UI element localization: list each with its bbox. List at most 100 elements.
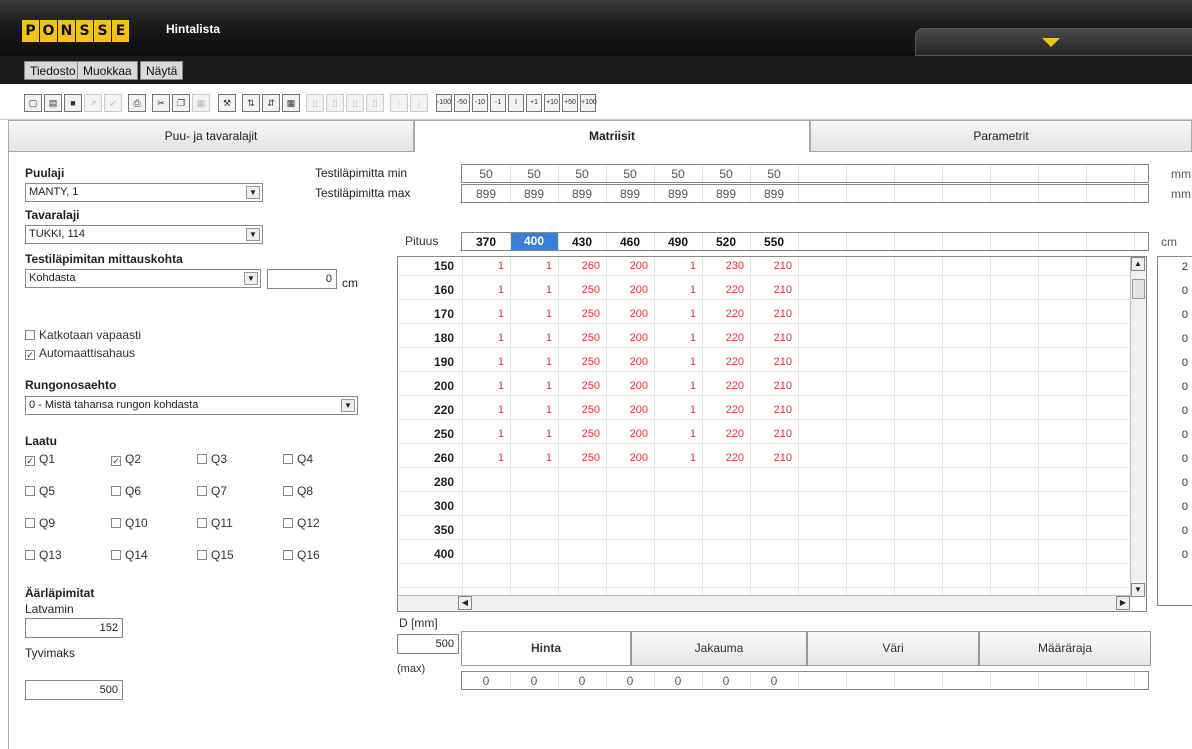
import-icon[interactable]: ↙ bbox=[104, 94, 122, 112]
quality-checkbox-q5[interactable]: Q5 bbox=[25, 484, 55, 498]
step-minus-1-button[interactable]: -1 bbox=[490, 94, 506, 112]
price-cell[interactable]: 1 bbox=[510, 380, 558, 392]
quality-checkbox-q9[interactable]: Q9 bbox=[25, 516, 55, 530]
length-cell[interactable]: 430 bbox=[558, 235, 606, 249]
price-cell[interactable]: 250 bbox=[558, 308, 606, 320]
mittauskohta-offset-input[interactable]: 0 bbox=[267, 269, 337, 289]
price-cell[interactable]: 1 bbox=[462, 356, 510, 368]
quality-checkbox-q4[interactable]: Q4 bbox=[283, 452, 313, 466]
max-value-cell[interactable]: 0 bbox=[702, 674, 750, 688]
quality-checkbox-q2[interactable]: ✓ Q2 bbox=[111, 452, 141, 466]
right-value-cell[interactable]: 0 bbox=[1182, 549, 1188, 561]
price-cell[interactable]: 200 bbox=[606, 308, 654, 320]
quality-checkbox-q15[interactable]: Q15 bbox=[197, 548, 234, 562]
price-cell[interactable]: 1 bbox=[462, 428, 510, 440]
quality-checkbox-q14[interactable]: Q14 bbox=[111, 548, 148, 562]
price-cell[interactable]: 250 bbox=[558, 428, 606, 440]
test-min-cell[interactable]: 50 bbox=[462, 167, 510, 181]
rungonosa-select[interactable]: 0 - Mistä tahansa rungon kohdasta ▼ bbox=[25, 396, 358, 415]
price-cell[interactable]: 1 bbox=[462, 332, 510, 344]
paste-icon[interactable]: ▦ bbox=[192, 94, 210, 112]
price-cell[interactable]: 250 bbox=[558, 284, 606, 296]
dropdown-arrow-icon[interactable] bbox=[1042, 38, 1060, 47]
price-cell[interactable]: 210 bbox=[750, 284, 798, 296]
price-cell[interactable]: 200 bbox=[606, 284, 654, 296]
price-cell[interactable]: 200 bbox=[606, 380, 654, 392]
test-min-cell[interactable]: 50 bbox=[654, 167, 702, 181]
menu-muokkaa[interactable]: Muokkaa bbox=[77, 61, 138, 80]
price-cell[interactable]: 1 bbox=[654, 260, 702, 272]
price-cell[interactable]: 1 bbox=[510, 308, 558, 320]
price-cell[interactable]: 210 bbox=[750, 308, 798, 320]
sort-desc-icon[interactable]: ⇵ bbox=[262, 94, 280, 112]
length-cell[interactable]: 400 bbox=[510, 233, 558, 250]
right-value-cell[interactable]: 2 bbox=[1182, 261, 1188, 273]
right-value-cell[interactable]: 0 bbox=[1182, 285, 1188, 297]
quality-checkbox-q11[interactable]: Q11 bbox=[197, 516, 233, 530]
price-cell[interactable]: 210 bbox=[750, 380, 798, 392]
quality-checkbox-q16[interactable]: Q16 bbox=[283, 548, 320, 562]
price-cell[interactable]: 1 bbox=[510, 332, 558, 344]
tab-jakauma[interactable]: Jakauma bbox=[631, 631, 807, 666]
price-cell[interactable]: 220 bbox=[702, 428, 750, 440]
price-cell[interactable]: 200 bbox=[606, 260, 654, 272]
price-cell[interactable]: 1 bbox=[510, 404, 558, 416]
right-value-cell[interactable]: 0 bbox=[1182, 405, 1188, 417]
test-min-row[interactable]: 50 50 50 50 50 50 50 bbox=[461, 164, 1149, 183]
scroll-up-icon[interactable]: ▲ bbox=[1131, 257, 1145, 271]
test-max-cell[interactable]: 899 bbox=[510, 187, 558, 201]
price-cell[interactable]: 1 bbox=[654, 428, 702, 440]
price-cell[interactable]: 210 bbox=[750, 404, 798, 416]
right-value-cell[interactable]: 0 bbox=[1182, 525, 1188, 537]
price-cell[interactable]: 1 bbox=[510, 284, 558, 296]
max-values-row[interactable]: 0000000 bbox=[461, 671, 1149, 690]
cut-icon[interactable]: ✂ bbox=[152, 94, 170, 112]
right-value-cell[interactable]: 0 bbox=[1182, 381, 1188, 393]
open-folder-icon[interactable]: ▤ bbox=[44, 94, 62, 112]
quality-checkbox-q7[interactable]: Q7 bbox=[197, 484, 227, 498]
price-cell[interactable]: 1 bbox=[462, 452, 510, 464]
export-icon[interactable]: ↗ bbox=[84, 94, 102, 112]
price-cell[interactable]: 1 bbox=[654, 404, 702, 416]
max-value-cell[interactable]: 0 bbox=[654, 674, 702, 688]
scroll-thumb[interactable] bbox=[1132, 279, 1145, 299]
column-icon[interactable]: ▯ bbox=[346, 94, 364, 112]
right-value-cell[interactable]: 0 bbox=[1182, 501, 1188, 513]
menu-nayta[interactable]: Näytä bbox=[140, 61, 184, 80]
quality-checkbox-q10[interactable]: Q10 bbox=[111, 516, 148, 530]
price-cell[interactable]: 1 bbox=[510, 452, 558, 464]
step-plus-1-button[interactable]: +1 bbox=[526, 94, 542, 112]
price-cell[interactable]: 230 bbox=[702, 260, 750, 272]
price-cell[interactable]: 220 bbox=[702, 356, 750, 368]
price-cell[interactable]: 210 bbox=[750, 332, 798, 344]
save-icon[interactable]: ■ bbox=[64, 94, 82, 112]
automaattisahaus-checkbox[interactable]: ✓ Automaattisahaus bbox=[25, 346, 135, 360]
tab-vari[interactable]: Väri bbox=[807, 631, 979, 666]
row-icon[interactable]: ▯ bbox=[366, 94, 384, 112]
price-cell[interactable]: 200 bbox=[606, 332, 654, 344]
price-cell[interactable]: 1 bbox=[510, 260, 558, 272]
test-min-cell[interactable]: 50 bbox=[606, 167, 654, 181]
test-max-cell[interactable]: 899 bbox=[654, 187, 702, 201]
step-plus-10-button[interactable]: +10 bbox=[544, 94, 560, 112]
quality-checkbox-q13[interactable]: Q13 bbox=[25, 548, 62, 562]
price-cell[interactable]: 250 bbox=[558, 404, 606, 416]
price-cell[interactable]: 220 bbox=[702, 452, 750, 464]
scroll-down-icon[interactable]: ▼ bbox=[1131, 583, 1145, 597]
tab-puu-ja-tavaralajit[interactable]: Puu- ja tavaralajit bbox=[8, 120, 414, 152]
length-header-row[interactable]: 370 400 430 460 490 520 550 bbox=[461, 232, 1149, 251]
price-cell[interactable]: 200 bbox=[606, 404, 654, 416]
max-value-cell[interactable]: 0 bbox=[606, 674, 654, 688]
katkotaan-checkbox[interactable]: Katkotaan vapaasti bbox=[25, 328, 141, 342]
price-cell[interactable]: 250 bbox=[558, 380, 606, 392]
max-value-cell[interactable]: 0 bbox=[462, 674, 510, 688]
price-cell[interactable]: 1 bbox=[462, 284, 510, 296]
price-cell[interactable]: 1 bbox=[654, 380, 702, 392]
price-cell[interactable]: 1 bbox=[654, 308, 702, 320]
max-value-cell[interactable]: 0 bbox=[750, 674, 798, 688]
tab-parametrit[interactable]: Parametrit bbox=[810, 120, 1192, 152]
test-max-cell[interactable]: 899 bbox=[606, 187, 654, 201]
price-cell[interactable]: 250 bbox=[558, 356, 606, 368]
price-cell[interactable]: 250 bbox=[558, 332, 606, 344]
test-min-cell[interactable]: 50 bbox=[510, 167, 558, 181]
